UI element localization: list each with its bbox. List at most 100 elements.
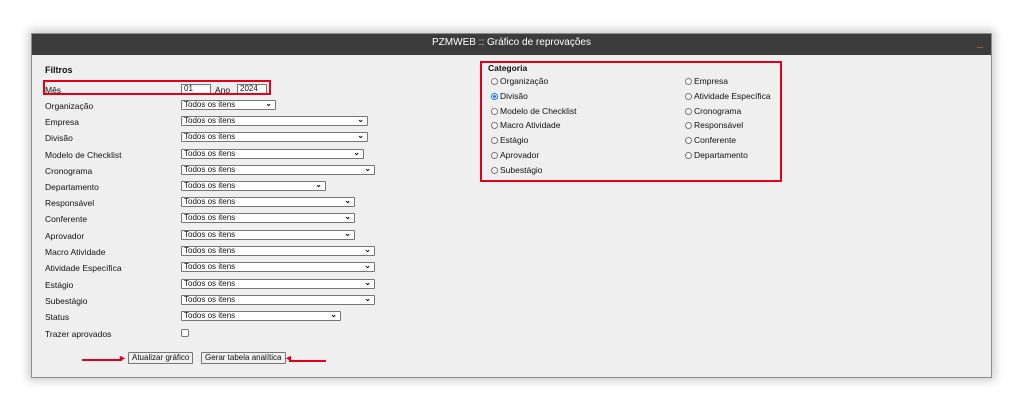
chevron-down-icon: ⌄ [265, 99, 272, 108]
radio-button-selected[interactable] [491, 93, 498, 100]
filter-label: Organização [45, 101, 94, 111]
radio-responsavel[interactable]: Responsável [685, 120, 743, 130]
radio-divisao[interactable]: Divisão [491, 91, 528, 101]
select-value: Todos os itens [184, 295, 236, 304]
radio-button[interactable] [685, 137, 692, 144]
filter-label: Estágio [45, 280, 74, 290]
radio-macro-atividade[interactable]: Macro Atividade [491, 120, 560, 130]
select-value: Todos os itens [184, 246, 236, 255]
filter-select-conferente[interactable]: Todos os itens ⌄ [181, 213, 355, 223]
radio-label: Subestágio [500, 165, 543, 175]
radio-button[interactable] [685, 152, 692, 159]
select-value: Todos os itens [184, 116, 236, 125]
select-value: Todos os itens [184, 149, 236, 158]
filter-select-aprovador[interactable]: Todos os itens ⌄ [181, 230, 355, 240]
chevron-down-icon: ⌄ [353, 148, 360, 157]
radio-conferente[interactable]: Conferente [685, 135, 736, 145]
radio-label: Conferente [694, 135, 737, 145]
filter-label: Divisão [45, 133, 73, 143]
select-value: Todos os itens [184, 213, 236, 222]
radio-subestagio[interactable]: Subestágio [491, 165, 543, 175]
filter-label: Status [45, 312, 70, 322]
radio-button[interactable] [685, 78, 692, 85]
month-year-highlight [43, 80, 271, 95]
radio-label: Cronograma [694, 106, 742, 116]
filter-select-divisao[interactable]: Todos os itens ⌄ [181, 132, 368, 142]
chevron-down-icon: ⌄ [364, 164, 371, 173]
filter-label: Departamento [45, 182, 99, 192]
radio-label: Departamento [694, 150, 748, 160]
radio-button[interactable] [491, 167, 498, 174]
filter-select-responsavel[interactable]: Todos os itens ⌄ [181, 197, 355, 207]
filter-label: Subestágio [45, 296, 88, 306]
radio-button[interactable] [491, 152, 498, 159]
radio-button[interactable] [685, 93, 692, 100]
radio-button[interactable] [491, 78, 498, 85]
radio-estagio[interactable]: Estágio [491, 135, 528, 145]
filter-label: Aprovador [45, 231, 85, 241]
chevron-down-icon: ⌄ [364, 245, 371, 254]
report-panel: PZMWEB :: Gráfico de reprovações _ Filtr… [31, 33, 992, 378]
chevron-down-icon: ⌄ [344, 212, 351, 221]
select-value: Todos os itens [184, 311, 236, 320]
radio-button[interactable] [491, 122, 498, 129]
radio-aprovador[interactable]: Aprovador [491, 150, 539, 160]
select-value: Todos os itens [184, 165, 236, 174]
title-bar: PZMWEB :: Gráfico de reprovações _ [32, 34, 991, 55]
filter-select-status[interactable]: Todos os itens ⌄ [181, 311, 341, 321]
filter-select-organizacao[interactable]: Todos os itens ⌄ [181, 100, 276, 110]
radio-label: Atividade Específica [694, 91, 771, 101]
select-value: Todos os itens [184, 181, 236, 190]
filter-label: Conferente [45, 214, 88, 224]
radio-label: Estágio [500, 135, 529, 145]
bring-approved-label: Trazer aprovados [45, 329, 112, 339]
update-chart-button[interactable]: Atualizar gráfico [128, 352, 194, 364]
radio-button[interactable] [491, 137, 498, 144]
chevron-down-icon: ⌄ [364, 278, 371, 287]
filter-select-estagio[interactable]: Todos os itens ⌄ [181, 279, 375, 289]
arrow-line-left [82, 359, 122, 361]
chevron-down-icon: ⌄ [330, 310, 337, 319]
select-value: Todos os itens [184, 197, 236, 206]
filter-label: Empresa [45, 117, 80, 127]
radio-label: Responsável [694, 120, 744, 130]
filter-label: Responsável [45, 198, 95, 208]
filter-select-macro-atividade[interactable]: Todos os itens ⌄ [181, 246, 375, 256]
radio-label: Empresa [694, 76, 729, 86]
filter-select-cronograma[interactable]: Todos os itens ⌄ [181, 165, 375, 175]
generate-table-button[interactable]: Gerar tabela analítica [201, 352, 286, 364]
chevron-down-icon: ⌄ [364, 294, 371, 303]
radio-organizacao[interactable]: Organização [491, 76, 548, 86]
radio-button[interactable] [685, 122, 692, 129]
radio-button[interactable] [685, 108, 692, 115]
radio-button[interactable] [491, 108, 498, 115]
select-value: Todos os itens [184, 100, 236, 109]
filter-select-subestagio[interactable]: Todos os itens ⌄ [181, 295, 375, 305]
radio-modelo-checklist[interactable]: Modelo de Checklist [491, 106, 577, 116]
radio-label: Organização [500, 76, 549, 86]
chevron-down-icon: ⌄ [315, 180, 322, 189]
filter-select-empresa[interactable]: Todos os itens ⌄ [181, 116, 368, 126]
chevron-down-icon: ⌄ [357, 115, 364, 124]
radio-label: Divisão [500, 91, 528, 101]
chevron-down-icon: ⌄ [364, 261, 371, 270]
select-value: Todos os itens [184, 230, 236, 239]
minimize-icon[interactable]: _ [977, 37, 983, 49]
filter-label: Cronograma [45, 166, 93, 176]
filter-select-modelo-checklist[interactable]: Todos os itens ⌄ [181, 149, 364, 159]
radio-empresa[interactable]: Empresa [685, 76, 728, 86]
arrow-line-right [289, 360, 326, 362]
filter-select-atividade-especifica[interactable]: Todos os itens ⌄ [181, 262, 375, 272]
window-title: PZMWEB :: Gráfico de reprovações [432, 37, 591, 48]
filter-select-departamento[interactable]: Todos os itens ⌄ [181, 181, 326, 191]
filter-label: Modelo de Checklist [45, 150, 122, 160]
radio-cronograma[interactable]: Cronograma [685, 106, 741, 116]
select-value: Todos os itens [184, 279, 236, 288]
bring-approved-checkbox[interactable] [181, 329, 189, 337]
category-heading: Categoria [488, 63, 528, 73]
filter-label: Atividade Específica [45, 263, 122, 273]
radio-departamento[interactable]: Departamento [685, 150, 748, 160]
radio-label: Macro Atividade [500, 120, 561, 130]
filters-heading: Filtros [45, 65, 73, 75]
radio-atividade-especifica[interactable]: Atividade Específica [685, 91, 771, 101]
